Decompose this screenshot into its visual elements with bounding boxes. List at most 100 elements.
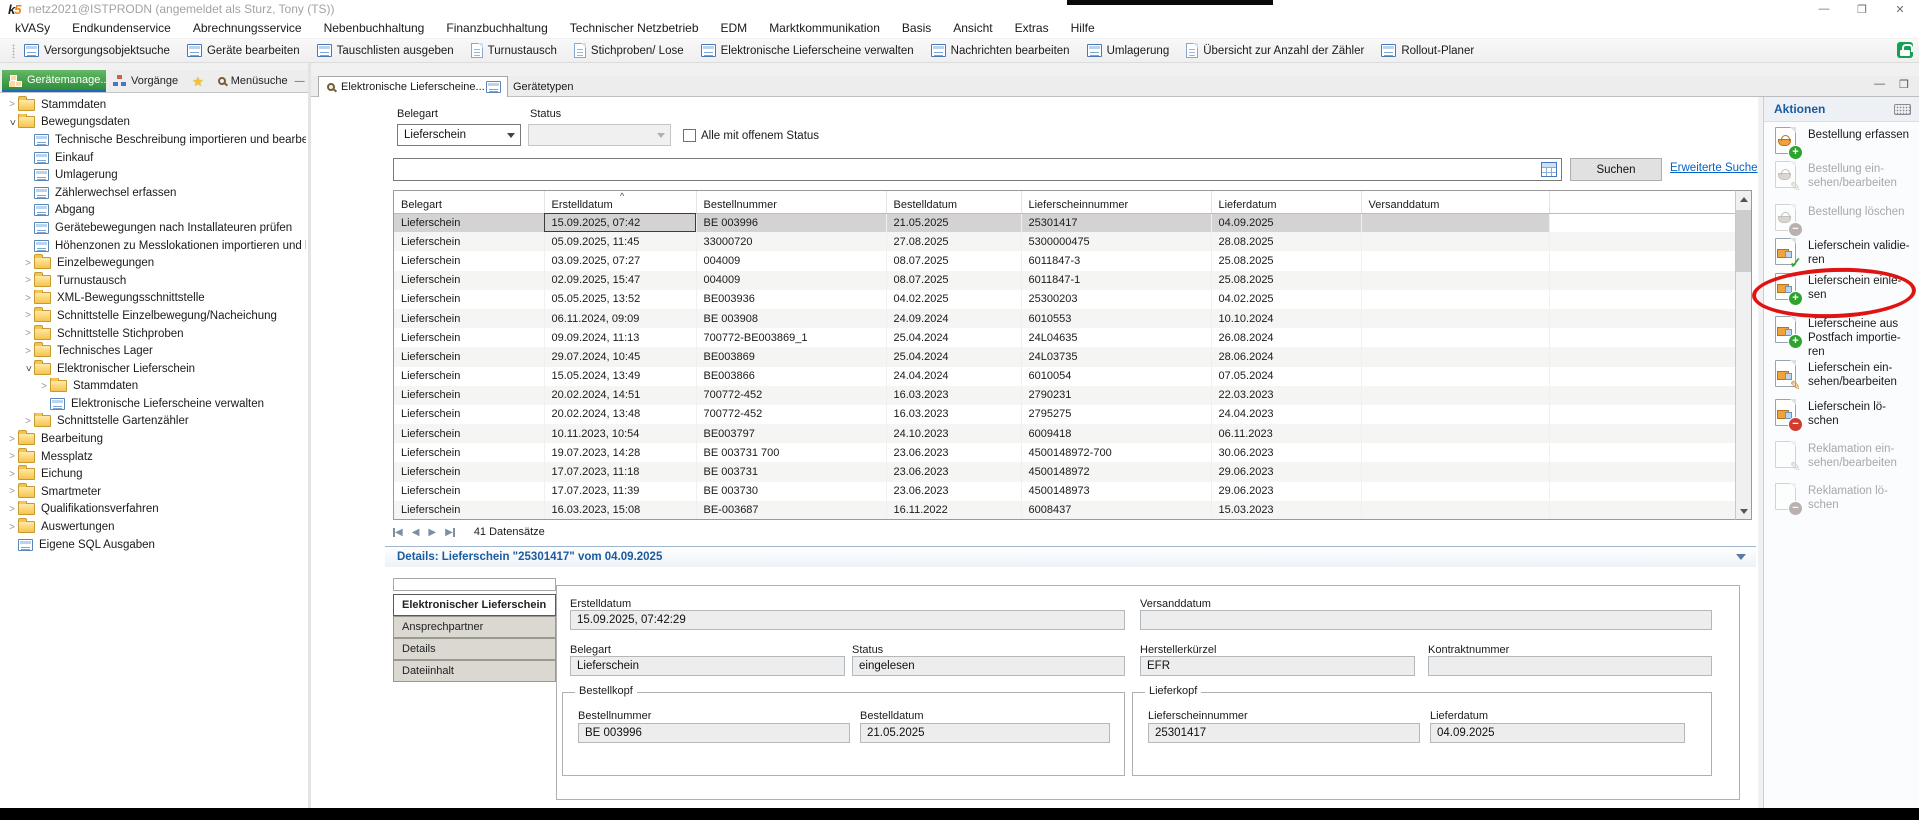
tab-geraetemanagement[interactable]: Gerätemanage... [2,70,106,92]
cell-bestellnummer[interactable]: 004009 [696,271,886,290]
tree-item-auswertungen[interactable]: >Auswertungen [2,518,306,536]
keyboard-icon[interactable] [1894,104,1911,115]
cell-bestelldatum[interactable]: 25.04.2024 [886,347,1021,366]
cell-bestelldatum[interactable]: 23.06.2023 [886,462,1021,481]
cell-erstelldatum[interactable]: 17.07.2023, 11:39 [544,482,696,501]
tab-vorgaenge[interactable]: Vorgänge [106,75,185,87]
lieferdatum-field[interactable]: 04.09.2025 [1430,723,1685,743]
belegart-dropdown[interactable]: Lieferschein [397,124,521,146]
cell-bestelldatum[interactable]: 24.09.2024 [886,309,1021,328]
tree-chevron-icon[interactable]: > [22,328,34,339]
tree-chevron-icon[interactable]: > [7,116,18,128]
cell-erstelldatum[interactable]: 15.05.2024, 13:49 [544,367,696,386]
last-page-icon[interactable]: ▶ [445,527,455,538]
table-row[interactable]: Lieferschein15.05.2024, 13:49BE00386624.… [394,367,1735,386]
cell-lieferdatum[interactable]: 26.08.2024 [1211,328,1361,347]
menu-item-extras[interactable]: Extras [1004,18,1060,39]
cell-versanddatum[interactable] [1361,309,1549,328]
cell-lieferdatum[interactable]: 25.08.2025 [1211,251,1361,270]
tree-item-stammdaten[interactable]: >Stammdaten [2,378,306,396]
belegart-detail-field[interactable]: Lieferschein [570,656,845,676]
tree-chevron-icon[interactable]: > [6,451,18,462]
cell-lieferdatum[interactable]: 28.06.2024 [1211,347,1361,366]
scroll-down-icon[interactable] [1736,503,1751,519]
tree-chevron-icon[interactable]: > [22,310,34,321]
cell-erstelldatum[interactable]: 05.09.2025, 11:45 [544,232,696,251]
table-row[interactable]: Lieferschein29.07.2024, 10:45BE00386925.… [394,347,1735,366]
menu-item-edm[interactable]: EDM [710,18,759,39]
suchen-button[interactable]: Suchen [1570,158,1662,181]
status-detail-field[interactable]: eingelesen [852,656,1125,676]
cell-belegart[interactable]: Lieferschein [394,347,544,366]
cell-erstelldatum[interactable]: 10.11.2023, 10:54 [544,424,696,443]
tree-chevron-icon[interactable]: > [6,504,18,515]
cell-bestelldatum[interactable]: 16.03.2023 [886,405,1021,424]
column-header-erstelldatum[interactable]: Erstelldatum^ [544,191,696,213]
table-row[interactable]: Lieferschein16.03.2023, 15:08BE-00368716… [394,501,1735,520]
table-row[interactable]: Lieferschein06.11.2024, 09:09BE 00390824… [394,309,1735,328]
cell-bestelldatum[interactable]: 25.04.2024 [886,328,1021,347]
cell-versanddatum[interactable] [1361,424,1549,443]
herstellerkuerzel-field[interactable]: EFR [1140,656,1415,676]
table-row[interactable]: Lieferschein10.11.2023, 10:54BE00379724.… [394,424,1735,443]
tree-item-einzelbewegungen[interactable]: >Einzelbewegungen [2,254,306,272]
cell-erstelldatum[interactable]: 03.09.2025, 07:27 [544,251,696,270]
bestelldatum-field[interactable]: 21.05.2025 [860,723,1110,743]
alle-mit-offenem-status-checkbox[interactable] [683,129,696,142]
favorites-star-icon[interactable]: ★ [185,75,211,88]
cell-bestelldatum[interactable]: 27.08.2025 [886,232,1021,251]
cell-versanddatum[interactable] [1361,462,1549,481]
cell-belegart[interactable]: Lieferschein [394,386,544,405]
menu-item-technischer-netzbetrieb[interactable]: Technischer Netzbetrieb [559,18,710,39]
cell-lieferscheinnummer[interactable]: 6010054 [1021,367,1211,386]
cell-lieferscheinnummer[interactable]: 24L03735 [1021,347,1211,366]
cell-bestellnummer[interactable]: BE 003908 [696,309,886,328]
tree-chevron-icon[interactable]: > [23,363,34,375]
cell-bestelldatum[interactable]: 16.03.2023 [886,386,1021,405]
cell-lieferscheinnummer[interactable]: 4500148973 [1021,482,1211,501]
tree-item-eigene-sql-ausgaben[interactable]: >Eigene SQL Ausgaben [2,536,306,554]
cell-lieferscheinnummer[interactable]: 6009418 [1021,424,1211,443]
details-header[interactable]: Details: Lieferschein "25301417" vom 04.… [385,546,1756,567]
column-grid-icon[interactable] [1541,162,1557,177]
cell-lieferscheinnummer[interactable]: 6011847-3 [1021,251,1211,270]
status-dropdown[interactable] [528,124,671,146]
toolbar-item-umlagerung[interactable]: Umlagerung [1087,44,1170,57]
cell-erstelldatum[interactable]: 29.07.2024, 10:45 [544,347,696,366]
tree-chevron-icon[interactable]: > [22,346,34,357]
cell-lieferdatum[interactable]: 28.08.2025 [1211,232,1361,251]
cell-lieferscheinnummer[interactable]: 25300203 [1021,290,1211,309]
cell-versanddatum[interactable] [1361,482,1549,501]
action-lieferschein-validie-ren[interactable]: ✓Lieferschein validie- ren [1772,238,1918,270]
tree-chevron-icon[interactable]: > [22,293,34,304]
details-tab-elektronischer-lieferschein[interactable]: Elektronischer Lieferschein [393,594,556,616]
tree-item-messplatz[interactable]: >Messplatz [2,448,306,466]
details-tab-ansprechpartner[interactable]: Ansprechpartner [393,616,556,638]
cell-belegart[interactable]: Lieferschein [394,482,544,501]
column-header-bestelldatum[interactable]: Bestelldatum [886,191,1021,213]
cell-belegart[interactable]: Lieferschein [394,462,544,481]
cell-bestelldatum[interactable]: 04.02.2025 [886,290,1021,309]
menu-item-ansicht[interactable]: Ansicht [942,18,1003,39]
table-row[interactable]: Lieferschein02.09.2025, 15:4700400908.07… [394,271,1735,290]
table-row[interactable]: Lieferschein03.09.2025, 07:2700400908.07… [394,251,1735,270]
tree-item-technisches-lager[interactable]: >Technisches Lager [2,342,306,360]
menu-item-hilfe[interactable]: Hilfe [1060,18,1106,39]
tree-chevron-icon[interactable]: > [6,99,18,110]
cell-bestellnummer[interactable]: 004009 [696,251,886,270]
sidebar-splitter[interactable] [308,63,311,808]
tree-chevron-icon[interactable]: > [6,434,18,445]
toolbar-item-geräte-bearbeiten[interactable]: Geräte bearbeiten [187,44,300,57]
tree-item-stammdaten[interactable]: >Stammdaten [2,96,306,114]
cell-belegart[interactable]: Lieferschein [394,251,544,270]
cell-lieferscheinnummer[interactable]: 6010553 [1021,309,1211,328]
cell-belegart[interactable]: Lieferschein [394,443,544,462]
cell-bestellnummer[interactable]: BE 003731 [696,462,886,481]
cell-lieferscheinnummer[interactable]: 2795275 [1021,405,1211,424]
cell-bestellnummer[interactable]: BE 003996 [696,213,886,232]
table-row[interactable]: Lieferschein19.07.2023, 14:28BE 003731 7… [394,443,1735,462]
tree-item-bearbeitung[interactable]: >Bearbeitung [2,430,306,448]
cell-lieferdatum[interactable]: 25.08.2025 [1211,271,1361,290]
cell-belegart[interactable]: Lieferschein [394,213,544,232]
cell-belegart[interactable]: Lieferschein [394,271,544,290]
